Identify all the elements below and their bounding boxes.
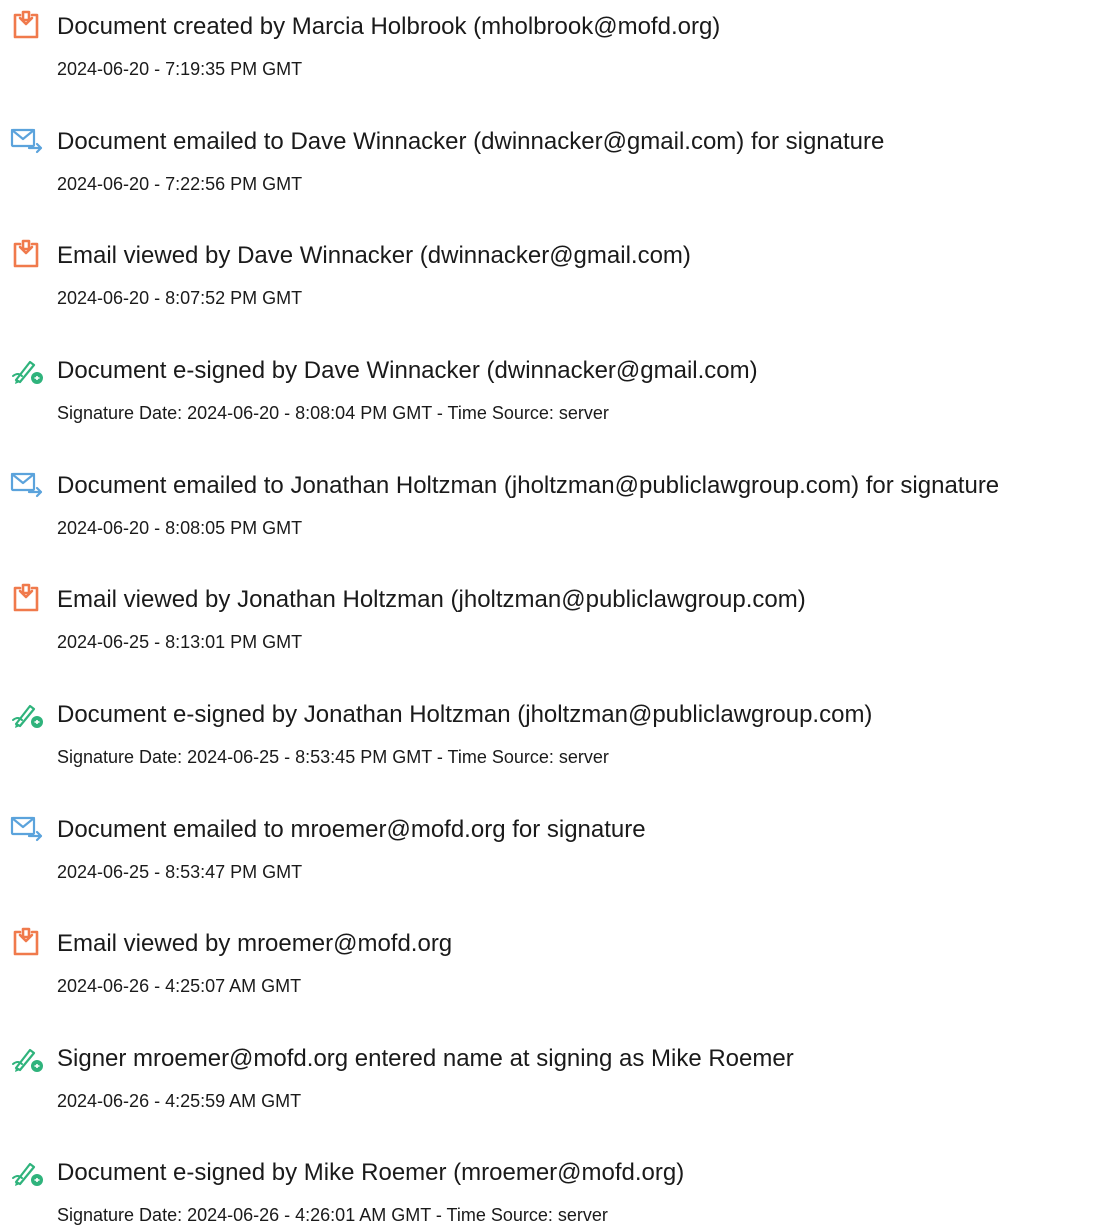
email-icon — [10, 469, 46, 501]
audit-event: Document created by Marcia Holbrook (mho… — [0, 0, 1105, 100]
esign-icon — [10, 1156, 46, 1188]
audit-event: Document e-signed by Jonathan Holtzman (… — [0, 688, 1105, 788]
event-title: Email viewed by mroemer@mofd.org — [57, 930, 453, 957]
audit-event: Document emailed to Dave Winnacker (dwin… — [0, 115, 1105, 215]
event-timestamp: 2024-06-26 - 4:25:59 AM GMT — [57, 1091, 302, 1111]
event-title: Email viewed by Dave Winnacker (dwinnack… — [57, 242, 691, 269]
esign-icon — [10, 1042, 46, 1074]
event-timestamp: 2024-06-20 - 7:19:35 PM GMT — [57, 59, 303, 79]
event-title: Document e-signed by Jonathan Holtzman (… — [57, 701, 873, 728]
event-timestamp: 2024-06-20 - 8:08:05 PM GMT — [57, 518, 303, 538]
event-timestamp: Signature Date: 2024-06-26 - 4:26:01 AM … — [57, 1205, 608, 1225]
event-title: Document emailed to Jonathan Holtzman (j… — [57, 472, 1000, 499]
event-timestamp: 2024-06-20 - 8:07:52 PM GMT — [57, 288, 303, 308]
event-timestamp: Signature Date: 2024-06-20 - 8:08:04 PM … — [57, 403, 609, 423]
audit-event: Email viewed by Dave Winnacker (dwinnack… — [0, 229, 1105, 329]
audit-event: Document e-signed by Dave Winnacker (dwi… — [0, 344, 1105, 444]
event-timestamp: 2024-06-25 - 8:53:47 PM GMT — [57, 862, 303, 882]
audit-event: Signer mroemer@mofd.org entered name at … — [0, 1032, 1105, 1132]
audit-event: Email viewed by Jonathan Holtzman (jholt… — [0, 573, 1105, 673]
document-icon — [10, 239, 46, 271]
event-title: Document e-signed by Mike Roemer (mroeme… — [57, 1159, 685, 1186]
email-icon — [10, 813, 46, 845]
email-icon — [10, 125, 46, 157]
event-timestamp: 2024-06-26 - 4:25:07 AM GMT — [57, 976, 302, 996]
event-title: Signer mroemer@mofd.org entered name at … — [57, 1045, 794, 1072]
esign-icon — [10, 354, 46, 386]
event-title: Document emailed to Dave Winnacker (dwin… — [57, 128, 885, 155]
event-timestamp: 2024-06-20 - 7:22:56 PM GMT — [57, 174, 303, 194]
audit-event: Email viewed by mroemer@mofd.org 2024-06… — [0, 917, 1105, 1017]
event-title: Document created by Marcia Holbrook (mho… — [57, 13, 721, 40]
audit-event: Document e-signed by Mike Roemer (mroeme… — [0, 1146, 1105, 1225]
event-timestamp: Signature Date: 2024-06-25 - 8:53:45 PM … — [57, 747, 609, 767]
document-icon — [10, 927, 46, 959]
esign-icon — [10, 698, 46, 730]
event-timestamp: 2024-06-25 - 8:13:01 PM GMT — [57, 632, 303, 652]
audit-event: Document emailed to Jonathan Holtzman (j… — [0, 459, 1105, 559]
document-icon — [10, 10, 46, 42]
audit-event: Document emailed to mroemer@mofd.org for… — [0, 803, 1105, 903]
event-title: Email viewed by Jonathan Holtzman (jholt… — [57, 586, 806, 613]
document-icon — [10, 583, 46, 615]
event-title: Document e-signed by Dave Winnacker (dwi… — [57, 357, 758, 384]
event-title: Document emailed to mroemer@mofd.org for… — [57, 816, 646, 843]
